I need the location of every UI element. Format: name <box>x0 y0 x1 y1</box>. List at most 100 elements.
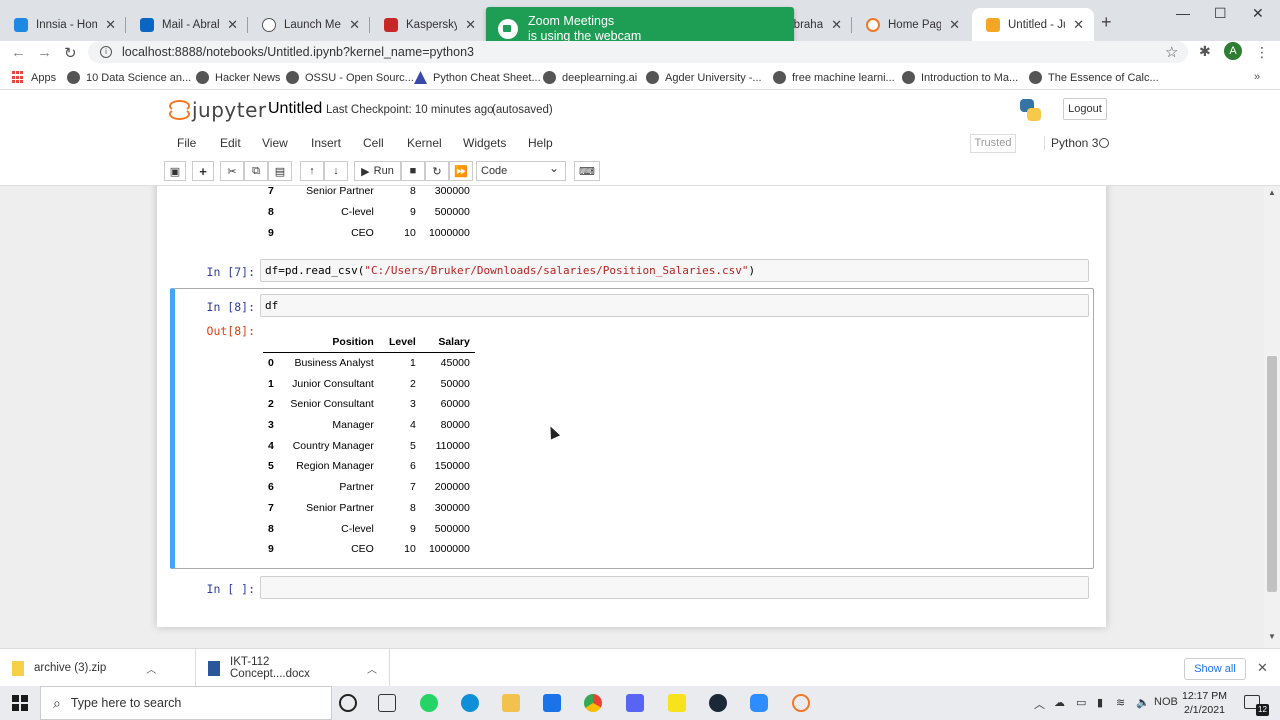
reload-icon[interactable]: ↻ <box>64 44 77 62</box>
close-icon[interactable]: ✕ <box>349 17 360 33</box>
close-icon[interactable]: ✕ <box>1073 17 1084 33</box>
bookmark-item[interactable]: 10 Data Science an... <box>67 71 191 84</box>
zoom-icon[interactable] <box>750 694 768 712</box>
close-icon[interactable]: ✕ <box>949 17 960 33</box>
jupyter-logo[interactable]: jupyter <box>168 98 267 122</box>
sticky-notes-icon[interactable] <box>668 694 686 712</box>
notebook-scroll-area[interactable]: 7 Senior Partner 8 300000 8 C-level 9 50… <box>0 186 1264 648</box>
close-icon[interactable]: ✕ <box>105 17 116 33</box>
fast-forward-icon[interactable]: ⏩ <box>449 161 473 181</box>
menu-kernel[interactable]: Kernel <box>407 136 442 150</box>
notebook-scrollbar[interactable]: ▲ ▼ <box>1264 186 1280 648</box>
paste-icon[interactable]: ▤ <box>268 161 292 181</box>
bookmark-item[interactable]: Python Cheat Sheet... <box>414 71 541 84</box>
browser-tab[interactable]: Home Page - S ✕ <box>852 8 970 41</box>
close-icon[interactable]: ✕ <box>831 17 842 33</box>
close-icon[interactable]: ✕ <box>465 17 476 33</box>
browser-tab[interactable]: Kaspersky Prot ✕ <box>370 8 486 41</box>
bookmark-star-icon[interactable]: ☆ <box>1165 43 1178 61</box>
code-cell-input[interactable]: df <box>260 294 1089 317</box>
cell-type-select[interactable]: Code <box>476 159 566 181</box>
copy-icon[interactable]: ⧉ <box>244 161 268 181</box>
bookmark-item[interactable]: Hacker News <box>196 71 280 84</box>
stop-icon[interactable]: ■ <box>401 161 425 181</box>
cortana-icon[interactable] <box>339 694 357 712</box>
omnibox[interactable]: i localhost:8888/notebooks/Untitled.ipyn… <box>88 41 1188 63</box>
input-language[interactable]: NOB <box>1154 696 1178 708</box>
download-item[interactable]: archive (3).zip ︿ <box>0 649 196 687</box>
wifi-icon[interactable]: ≋ <box>1116 696 1125 709</box>
scrollbar-thumb[interactable] <box>1267 356 1277 592</box>
windows-start-icon[interactable] <box>12 695 28 711</box>
browser-tab[interactable]: Launch Meeting ✕ <box>248 8 370 41</box>
bookmark-item[interactable]: OSSU - Open Sourc... <box>286 71 414 84</box>
run-button[interactable]: ▶ Run <box>354 161 401 181</box>
cut-icon[interactable]: ✂ <box>220 161 244 181</box>
bookmark-item[interactable]: free machine learni... <box>773 71 895 84</box>
chrome-icon[interactable] <box>584 694 602 712</box>
close-icon[interactable]: ✕ <box>1257 660 1268 676</box>
insert-cell-plus-icon[interactable]: + <box>192 161 214 181</box>
tray-chevron-up-icon[interactable]: ︿ <box>1034 696 1045 712</box>
site-info-icon[interactable]: i <box>100 46 112 58</box>
whatsapp-icon[interactable] <box>420 694 438 712</box>
steam-icon[interactable] <box>709 694 727 712</box>
battery-icon[interactable]: ▮ <box>1097 696 1103 709</box>
task-view-icon[interactable] <box>378 694 396 712</box>
close-icon[interactable]: ✕ <box>227 17 238 33</box>
cloud-icon[interactable]: ☁ <box>1054 696 1065 709</box>
download-filename: archive (3).zip <box>34 662 107 674</box>
menu-file[interactable]: File <box>177 136 196 150</box>
logout-button[interactable]: Logout <box>1063 98 1107 120</box>
show-all-downloads-button[interactable]: Show all <box>1184 658 1246 680</box>
mail-icon[interactable] <box>543 694 561 712</box>
scroll-down-icon[interactable]: ▼ <box>1268 632 1276 641</box>
scroll-up-icon[interactable]: ▲ <box>1268 188 1276 197</box>
empty-code-cell[interactable] <box>260 576 1089 599</box>
jupyter-icon[interactable] <box>792 694 810 712</box>
browser-tab-active[interactable]: Untitled - Jupy ✕ <box>972 8 1094 41</box>
forward-arrow-icon[interactable]: → <box>37 44 52 61</box>
menu-view[interactable]: View <box>262 136 288 150</box>
taskbar-clock[interactable]: 12:17 PM 2/1/2021 <box>1182 689 1227 717</box>
bookmark-item[interactable]: Introduction to Ma... <box>902 71 1018 84</box>
volume-icon[interactable]: 🔈 <box>1136 696 1150 709</box>
notebook-title[interactable]: Untitled <box>268 100 322 118</box>
restart-icon[interactable]: ↻ <box>425 161 449 181</box>
extensions-puzzle-icon[interactable]: ✱ <box>1199 43 1211 60</box>
taskbar-search[interactable]: ⌕ Type here to search <box>40 686 332 720</box>
move-down-arrow-icon[interactable]: ↓ <box>324 161 348 181</box>
edge-icon[interactable] <box>461 694 479 712</box>
network-icon[interactable]: ▭ <box>1076 696 1086 709</box>
chevron-up-icon[interactable]: ︿ <box>367 661 377 676</box>
bookmark-apps[interactable]: Apps <box>12 71 56 84</box>
bookmark-item[interactable]: Agder University -... <box>646 71 762 84</box>
new-tab-plus-icon[interactable]: + <box>1101 12 1112 33</box>
download-item[interactable]: IKT-112 Concept....docx ︿ <box>196 649 390 687</box>
bookmark-item[interactable]: The Essence of Calc... <box>1029 71 1159 84</box>
window-close-icon[interactable]: ✕ <box>1252 5 1264 22</box>
browser-tab[interactable]: Innsia - Home ✕ <box>0 8 126 41</box>
menu-widgets[interactable]: Widgets <box>463 136 506 150</box>
move-up-arrow-icon[interactable]: ↑ <box>300 161 324 181</box>
menu-insert[interactable]: Insert <box>311 136 341 150</box>
menu-edit[interactable]: Edit <box>220 136 241 150</box>
keyboard-icon[interactable]: ⌨ <box>574 161 600 181</box>
save-icon[interactable]: ▣ <box>164 161 186 181</box>
maximize-icon[interactable]: ☐ <box>1214 5 1227 22</box>
code-cell-input[interactable]: df=pd.read_csv("C:/Users/Bruker/Download… <box>260 259 1089 282</box>
url-text[interactable]: localhost:8888/notebooks/Untitled.ipynb?… <box>122 45 474 59</box>
profile-avatar[interactable]: A <box>1224 42 1242 60</box>
browser-tab[interactable]: Mail - Abraham ✕ <box>126 8 248 41</box>
more-bookmarks-icon[interactable]: » <box>1254 71 1260 83</box>
file-explorer-icon[interactable] <box>502 694 520 712</box>
minimize-icon[interactable]: — <box>1176 5 1190 21</box>
trusted-indicator[interactable]: Trusted <box>970 134 1016 153</box>
menu-cell[interactable]: Cell <box>363 136 384 150</box>
chrome-menu-icon[interactable]: ⋮ <box>1255 44 1269 61</box>
back-arrow-icon[interactable]: ← <box>11 44 26 61</box>
bookmark-item[interactable]: deeplearning.ai <box>543 71 637 84</box>
discord-icon[interactable] <box>626 694 644 712</box>
chevron-up-icon[interactable]: ︿ <box>146 661 156 676</box>
menu-help[interactable]: Help <box>528 136 553 150</box>
